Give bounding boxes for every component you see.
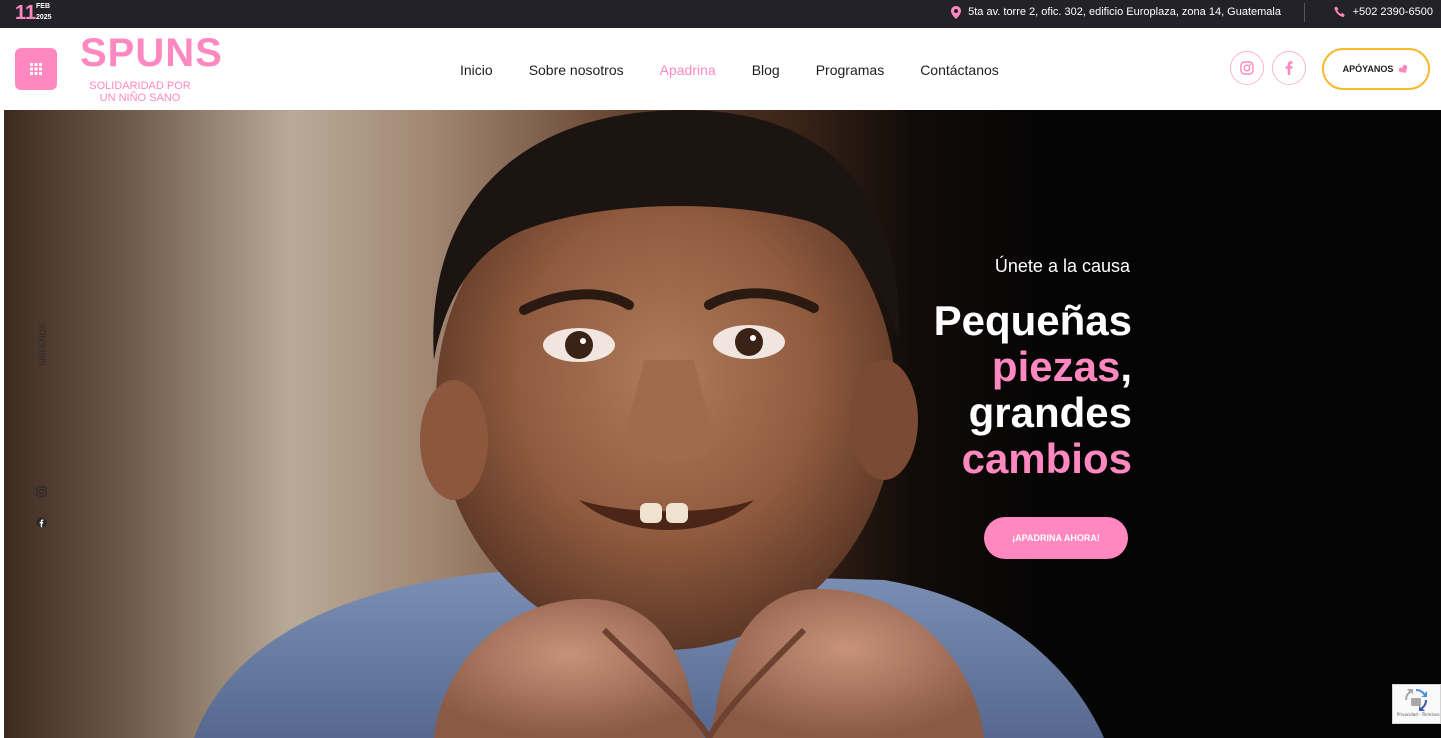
nav-item-programas[interactable]: Programas (816, 61, 884, 79)
hero-section: SÍGUENOS Únete a la causa Pequeñas pieza… (4, 110, 1441, 738)
phone-icon (1333, 6, 1345, 17)
hero-title: Pequeñas piezas, grandes cambios (934, 298, 1132, 482)
date-month: FEB (36, 3, 50, 10)
logo-wordmark: SPUNS (80, 31, 223, 75)
heart-hand-icon (1399, 64, 1408, 73)
nav-item-contactanos[interactable]: Contáctanos (920, 61, 999, 79)
recaptcha-badge[interactable]: Privacidad - Términos (1392, 684, 1441, 724)
address[interactable]: 5ta av. torre 2, ofic. 302, edificio Eur… (951, 5, 1281, 19)
grid-icon (30, 63, 42, 75)
hero-title-cambios: cambios (961, 435, 1132, 482)
main-nav: Inicio Sobre nosotros Apadrina Blog Prog… (460, 61, 1035, 79)
nav-item-sobre-nosotros[interactable]: Sobre nosotros (529, 61, 624, 79)
hero-title-comma: , (1120, 343, 1132, 390)
menu-grid-button[interactable] (15, 48, 57, 90)
divider (1304, 3, 1305, 22)
header: SPUNS SOLIDARIDAD POR UN NIÑO SANO Inici… (4, 28, 1441, 110)
date-year: 2025 (36, 14, 52, 21)
phone[interactable]: +502 2390-6500 (1333, 5, 1433, 19)
instagram-icon (1240, 61, 1254, 75)
top-bar: 11 FEB 2025 5ta av. torre 2, ofic. 302, … (0, 0, 1441, 28)
hero-title-line1: Pequeñas (933, 297, 1132, 344)
logo-tagline-2: UN NIÑO SANO (99, 92, 181, 104)
facebook-button[interactable] (1272, 51, 1306, 85)
instagram-button[interactable] (1230, 51, 1264, 85)
apadrina-cta-button[interactable]: ¡APADRINA AHORA! (984, 517, 1128, 559)
nav-item-apadrina[interactable]: Apadrina (660, 61, 716, 79)
recaptcha-icon (1405, 689, 1427, 711)
address-text: 5ta av. torre 2, ofic. 302, edificio Eur… (968, 6, 1281, 18)
side-facebook-link[interactable] (34, 515, 48, 529)
hero-title-piezas: piezas (991, 343, 1121, 390)
follow-us-label: SÍGUENOS (38, 323, 48, 367)
logo[interactable]: SPUNS SOLIDARIDAD POR UN NIÑO SANO (80, 31, 222, 107)
hero-eyebrow: Únete a la causa (994, 256, 1130, 276)
hero-photo (194, 110, 1104, 738)
instagram-icon (35, 485, 47, 497)
support-label: APÓYANOS (1342, 64, 1394, 74)
facebook-icon (1285, 61, 1293, 75)
recaptcha-links[interactable]: Privacidad - Términos (1397, 712, 1440, 717)
nav-item-blog[interactable]: Blog (752, 61, 780, 79)
support-button[interactable]: APÓYANOS (1322, 48, 1430, 90)
side-instagram-link[interactable] (34, 484, 48, 498)
phone-text: +502 2390-6500 (1352, 6, 1433, 18)
facebook-icon (35, 516, 47, 528)
date-day: 11 (15, 2, 37, 24)
hero-title-line3: grandes (968, 389, 1132, 436)
nav-item-inicio[interactable]: Inicio (460, 61, 493, 79)
location-pin-icon (951, 5, 962, 19)
